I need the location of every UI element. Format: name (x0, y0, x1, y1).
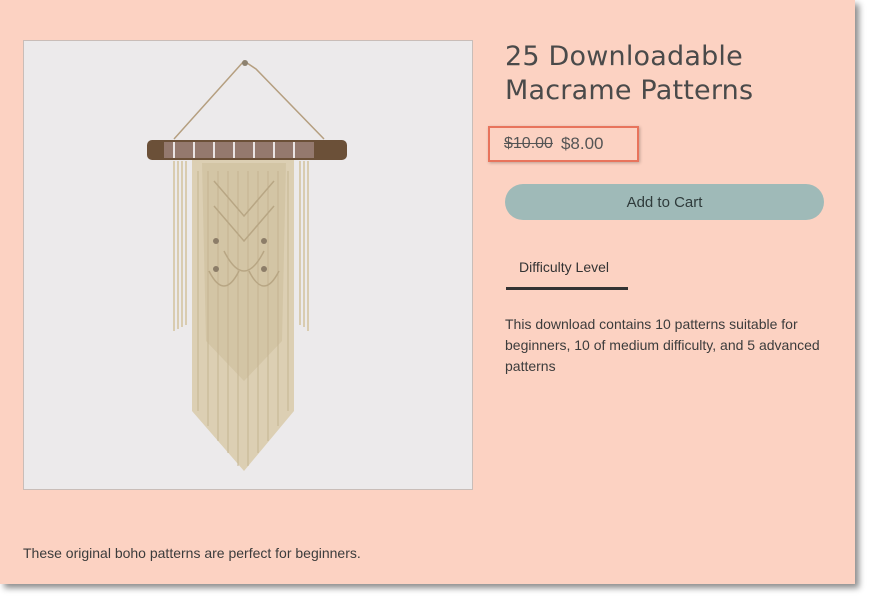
product-title: 25 Downloadable Macrame Patterns (505, 41, 754, 106)
product-image[interactable] (23, 40, 473, 490)
product-page: 25 Downloadable Macrame Patterns $10.00 … (0, 0, 855, 584)
tab-difficulty-level[interactable]: Difficulty Level (506, 250, 628, 290)
product-summary: These original boho patterns are perfect… (23, 545, 361, 561)
macrame-hanging-illustration (147, 60, 347, 471)
original-price: $10.00 (504, 135, 553, 152)
sale-price: $8.00 (560, 134, 604, 153)
add-to-cart-button[interactable]: Add to Cart (505, 184, 824, 220)
product-description: This download contains 10 patterns suita… (505, 316, 820, 374)
price-highlight-box: $10.00 $8.00 (488, 126, 639, 162)
